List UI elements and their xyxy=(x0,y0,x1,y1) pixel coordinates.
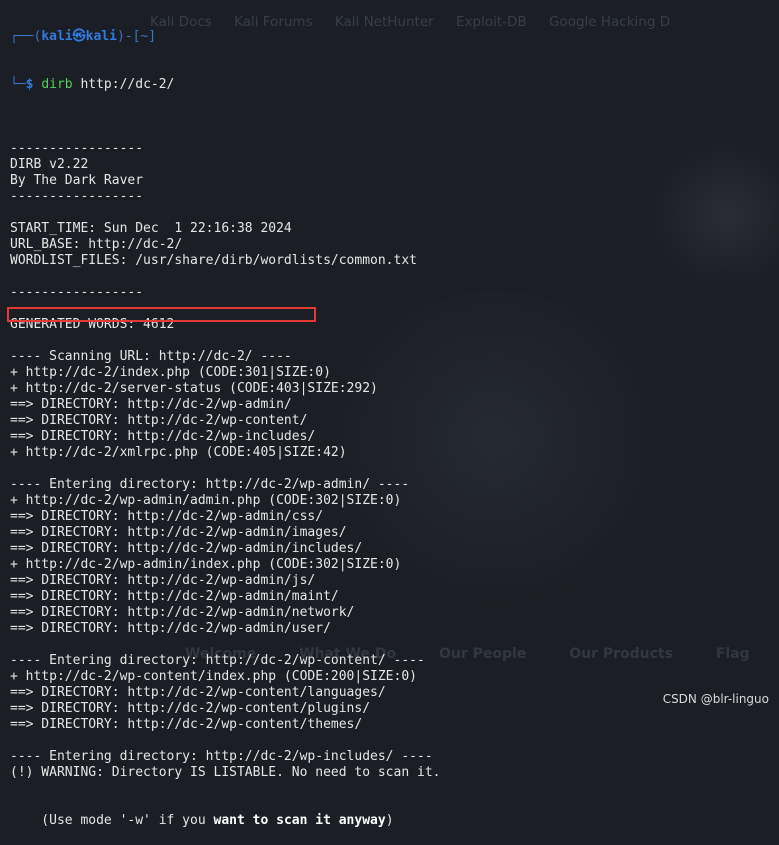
output-line: WORDLIST_FILES: /usr/share/dirb/wordlist… xyxy=(10,253,417,268)
dirb-output-lines: ----------------- DIRB v2.22 By The Dark R… xyxy=(10,125,779,781)
output-line: URL_BASE: http://dc-2/ xyxy=(10,237,183,252)
output-line: (!) WARNING: Directory IS LISTABLE. No n… xyxy=(10,765,441,780)
csdn-watermark: CSDN @blr-linguo xyxy=(662,692,769,706)
output-line: + http://dc-2/wp-admin/admin.php (CODE:3… xyxy=(10,493,402,508)
output-line: ==> DIRECTORY: http://dc-2/wp-admin/css/ xyxy=(10,509,324,524)
prompt-user-host: kali㉿kali xyxy=(41,29,117,44)
output-line: START_TIME: Sun Dec 1 22:16:38 2024 xyxy=(10,221,292,236)
output-line-hint: (Use mode '-w' if you want to scan it an… xyxy=(10,813,779,829)
output-line: + http://dc-2/index.php (CODE:301|SIZE:0… xyxy=(10,365,331,380)
output-line: ==> DIRECTORY: http://dc-2/wp-admin/js/ xyxy=(10,573,316,588)
prompt-line-command: └─$ dirb http://dc-2/ xyxy=(10,77,779,93)
output-line: ==> DIRECTORY: http://dc-2/wp-admin/incl… xyxy=(10,541,363,556)
output-line: ==> DIRECTORY: http://dc-2/wp-content/ xyxy=(10,413,308,428)
output-line: ==> DIRECTORY: http://dc-2/wp-admin/user… xyxy=(10,621,331,636)
command-name: dirb xyxy=(41,77,73,92)
output-line: ---- Scanning URL: http://dc-2/ ---- xyxy=(10,349,292,364)
output-line: ==> DIRECTORY: http://dc-2/wp-admin/main… xyxy=(10,589,339,604)
prompt-cwd: )-[~] xyxy=(116,29,157,44)
output-line: ---- Entering directory: http://dc-2/wp-… xyxy=(10,653,425,668)
prompt-frame-open: ┌──( xyxy=(10,29,42,44)
output-line: ---- Entering directory: http://dc-2/wp-… xyxy=(10,749,433,764)
output-line: ---- Entering directory: http://dc-2/wp-… xyxy=(10,477,410,492)
output-line: ==> DIRECTORY: http://dc-2/wp-includes/ xyxy=(10,429,316,444)
terminal-output[interactable]: ┌──(kali㉿kali)-[~] └─$ dirb http://dc-2/… xyxy=(10,0,779,828)
output-line: ----------------- xyxy=(10,141,144,156)
output-line: DIRB v2.22 xyxy=(10,157,89,172)
prompt-frame-bottom: └─ xyxy=(10,77,26,92)
output-line: By The Dark Raver xyxy=(10,173,144,188)
output-line: ----------------- xyxy=(10,285,144,300)
output-line: ==> DIRECTORY: http://dc-2/wp-admin/ xyxy=(10,397,292,412)
output-line: + http://dc-2/wp-content/index.php (CODE… xyxy=(10,669,417,684)
output-line: ==> DIRECTORY: http://dc-2/wp-content/th… xyxy=(10,717,363,732)
output-line: + http://dc-2/server-status (CODE:403|SI… xyxy=(10,381,378,396)
output-line: ==> DIRECTORY: http://dc-2/wp-admin/netw… xyxy=(10,605,355,620)
prompt-dollar: $ xyxy=(25,77,42,92)
hint-prefix: (Use mode '-w' if you xyxy=(10,813,214,828)
hint-suffix: ) xyxy=(385,813,394,828)
output-line: ----------------- xyxy=(10,189,144,204)
prompt-line-top: ┌──(kali㉿kali)-[~] xyxy=(10,29,779,45)
output-line: GENERATED WORDS: 4612 xyxy=(10,317,175,332)
command-args: http://dc-2/ xyxy=(72,77,175,92)
output-line: + http://dc-2/xmlrpc.php (CODE:405|SIZE:… xyxy=(10,445,347,460)
output-line: ==> DIRECTORY: http://dc-2/wp-admin/imag… xyxy=(10,525,347,540)
hint-bold: want to scan it anyway xyxy=(213,813,386,828)
output-line: + http://dc-2/wp-admin/index.php (CODE:3… xyxy=(10,557,402,572)
